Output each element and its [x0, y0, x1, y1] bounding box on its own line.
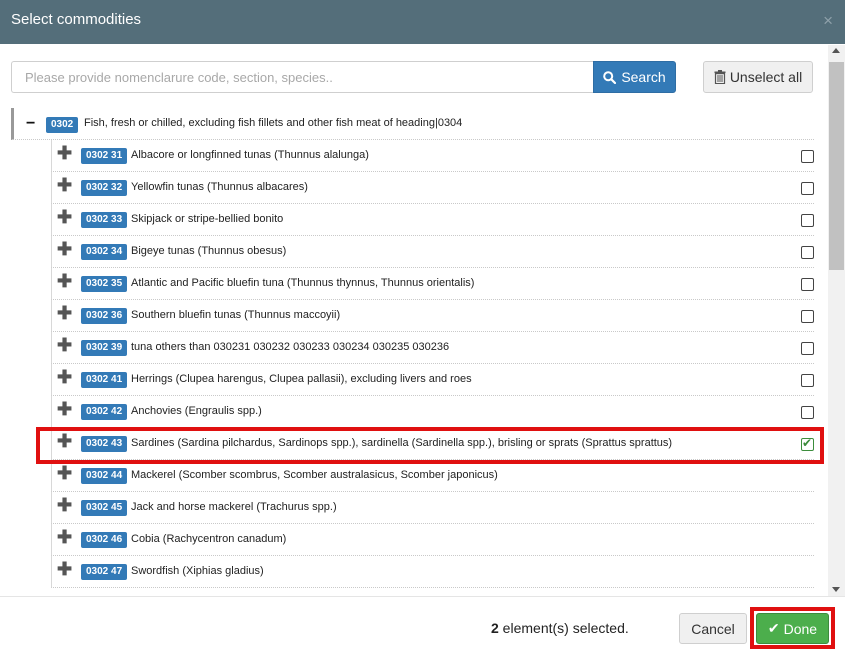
- tree-item-row[interactable]: ✚ 0302 32 Yellowfin tunas (Thunnus albacar…: [51, 172, 814, 204]
- item-checkbox[interactable]: [801, 150, 814, 163]
- done-button[interactable]: ✔ Done: [756, 613, 829, 644]
- parent-code-badge: 0302: [46, 117, 79, 133]
- tree-item-row[interactable]: ✚ 0302 34 Bigeye tunas (Thunnus obesus): [51, 236, 814, 268]
- item-label: Atlantic and Pacific bluefin tuna (Thunn…: [131, 277, 475, 289]
- code-badge: 0302 31: [81, 148, 128, 164]
- expand-icon[interactable]: ✚: [57, 496, 72, 514]
- item-label: Anchovies (Engraulis spp.): [131, 405, 262, 417]
- code-badge: 0302 35: [81, 276, 128, 292]
- item-label: Bigeye tunas (Thunnus obesus): [131, 245, 287, 257]
- expand-icon[interactable]: ✚: [57, 336, 72, 354]
- item-checkbox[interactable]: [801, 278, 814, 291]
- scroll-thumb[interactable]: [829, 62, 844, 270]
- code-badge: 0302 42: [81, 404, 128, 420]
- collapse-icon[interactable]: −: [26, 115, 35, 133]
- expand-icon[interactable]: ✚: [57, 400, 72, 418]
- scroll-down-arrow-icon[interactable]: [832, 587, 840, 592]
- code-badge: 0302 32: [81, 180, 128, 196]
- dialog-footer: 2 element(s) selected. Cancel ✔ Done: [0, 596, 845, 657]
- item-checkbox[interactable]: [801, 374, 814, 387]
- scrollbar[interactable]: [828, 45, 845, 596]
- check-icon: ✔: [767, 620, 780, 636]
- code-badge: 0302 33: [81, 212, 128, 228]
- tree-item-row[interactable]: ✚ 0302 31 Albacore or longfinned tunas (Th…: [51, 140, 814, 172]
- dialog-title: Select commodities: [11, 11, 142, 28]
- item-label: Yellowfin tunas (Thunnus albacares): [131, 181, 308, 193]
- search-button-label: Search: [621, 69, 666, 85]
- scroll-up-arrow-icon[interactable]: [832, 48, 840, 53]
- code-badge: 0302 36: [81, 308, 128, 324]
- code-badge: 0302 41: [81, 372, 128, 388]
- expand-icon[interactable]: ✚: [57, 208, 72, 226]
- selection-count-number: 2: [491, 620, 499, 636]
- expand-icon[interactable]: ✚: [57, 464, 72, 482]
- code-badge: 0302 44: [81, 468, 128, 484]
- tree-item-row[interactable]: ✚ 0302 43 Sardines (Sardina pilchardus, Sa…: [51, 428, 814, 460]
- tree-item-row[interactable]: ✚ 0302 44 Mackerel (Scomber scombrus, Scom…: [51, 460, 814, 492]
- code-badge: 0302 47: [81, 564, 128, 580]
- item-label: Cobia (Rachycentron canadum): [131, 533, 287, 545]
- selection-count: 2 element(s) selected.: [491, 620, 629, 636]
- item-label: Sardines (Sardina pilchardus, Sardinops …: [131, 437, 673, 449]
- item-checkbox[interactable]: [801, 436, 814, 451]
- selection-count-text: element(s) selected.: [498, 620, 629, 636]
- search-icon: [603, 70, 617, 84]
- item-label: Jack and horse mackerel (Trachurus spp.): [131, 501, 337, 513]
- item-label: Skipjack or stripe-bellied bonito: [131, 213, 284, 225]
- tree-item-row[interactable]: ✚ 0302 42 Anchovies (Engraulis spp.): [51, 396, 814, 428]
- expand-icon[interactable]: ✚: [57, 272, 72, 290]
- code-badge: 0302 34: [81, 244, 128, 260]
- tree-item-row[interactable]: ✚ 0302 35 Atlantic and Pacific bluefin tun…: [51, 268, 814, 300]
- item-label: Southern bluefin tunas (Thunnus maccoyii…: [131, 309, 341, 321]
- search-button[interactable]: Search: [593, 61, 676, 93]
- expand-icon[interactable]: ✚: [57, 368, 72, 386]
- expand-icon[interactable]: ✚: [57, 304, 72, 322]
- item-checkbox[interactable]: [801, 182, 814, 195]
- tree-item-row[interactable]: ✚ 0302 47 Swordfish (Xiphias gladius): [51, 556, 814, 588]
- expand-icon[interactable]: ✚: [57, 176, 72, 194]
- trash-icon: [714, 70, 726, 84]
- code-badge: 0302 46: [81, 532, 128, 548]
- item-label: Albacore or longfinned tunas (Thunnus al…: [131, 149, 369, 161]
- dialog-header: Select commodities ×: [0, 0, 845, 44]
- tree-item-row[interactable]: ✚ 0302 46 Cobia (Rachycentron canadum): [51, 524, 814, 556]
- commodity-tree: − 0302 Fish, fresh or chilled, excluding…: [11, 108, 824, 596]
- unselect-all-label: Unselect all: [729, 69, 803, 85]
- item-label: Herrings (Clupea harengus, Clupea pallas…: [131, 373, 472, 385]
- tree-item-row[interactable]: ✚ 0302 45 Jack and horse mackerel (Trachur…: [51, 492, 814, 524]
- parent-label: Fish, fresh or chilled, excluding fish f…: [84, 117, 463, 129]
- item-checkbox[interactable]: [801, 310, 814, 323]
- code-badge: 0302 43: [81, 436, 128, 452]
- item-checkbox[interactable]: [801, 342, 814, 355]
- tree-item-row[interactable]: ✚ 0302 39 tuna others than 030231 030232 0…: [51, 332, 814, 364]
- expand-icon[interactable]: ✚: [57, 144, 72, 162]
- item-label: tuna others than 030231 030232 030233 03…: [131, 341, 450, 353]
- item-label: Swordfish (Xiphias gladius): [131, 565, 264, 577]
- tree-item-row[interactable]: ✚ 0302 41 Herrings (Clupea harengus, Clupe…: [51, 364, 814, 396]
- expand-icon[interactable]: ✚: [57, 560, 72, 578]
- code-badge: 0302 45: [81, 500, 128, 516]
- tree-parent-row: − 0302 Fish, fresh or chilled, excluding…: [11, 108, 814, 140]
- item-checkbox[interactable]: [801, 214, 814, 227]
- close-icon[interactable]: ×: [823, 12, 833, 29]
- item-checkbox[interactable]: [801, 406, 814, 419]
- expand-icon[interactable]: ✚: [57, 240, 72, 258]
- tree-item-row[interactable]: ✚ 0302 36 Southern bluefin tunas (Thunnus …: [51, 300, 814, 332]
- done-button-label: Done: [783, 620, 818, 637]
- code-badge: 0302 39: [81, 340, 128, 356]
- expand-icon[interactable]: ✚: [57, 432, 72, 450]
- tree-item-row[interactable]: ✚ 0302 33 Skipjack or stripe-bellied bonit…: [51, 204, 814, 236]
- item-checkbox[interactable]: [801, 246, 814, 259]
- search-input[interactable]: [11, 61, 594, 93]
- cancel-button[interactable]: Cancel: [679, 613, 747, 644]
- expand-icon[interactable]: ✚: [57, 528, 72, 546]
- item-label: Mackerel (Scomber scombrus, Scomber aust…: [131, 469, 498, 481]
- unselect-all-button[interactable]: Unselect all: [703, 61, 813, 93]
